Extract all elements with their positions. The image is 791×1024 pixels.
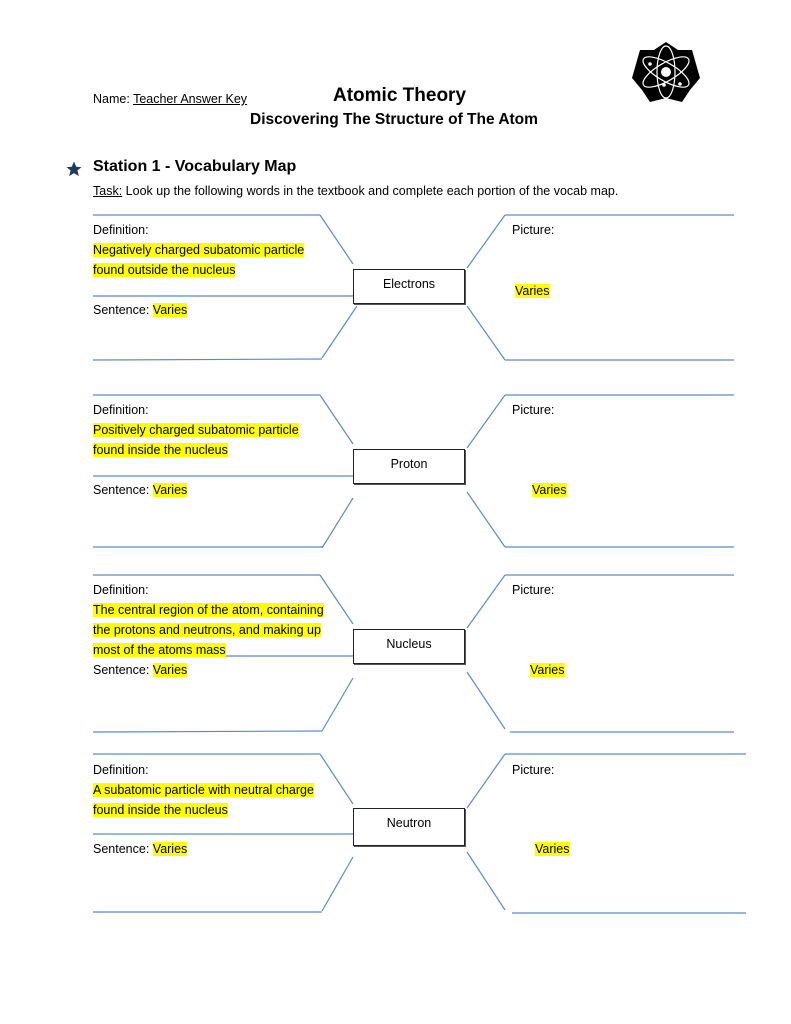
vocab-map-lines: [92, 214, 746, 914]
term-box: Nucleus: [353, 629, 465, 664]
term-box: Proton: [353, 449, 465, 484]
definition-line: found outside the nucleus: [93, 263, 236, 277]
picture-value: Varies: [530, 663, 565, 677]
definition-line: found inside the nucleus: [93, 803, 228, 817]
sentence-field: Sentence: Varies: [93, 839, 188, 859]
sentence-field: Sentence: Varies: [93, 300, 188, 320]
term-box: Neutron: [353, 808, 465, 846]
picture-label: Picture:: [512, 763, 555, 777]
definition-line: Negatively charged subatomic particle: [93, 243, 305, 257]
definition-label: Definition:: [93, 223, 149, 237]
definition-line: most of the atoms mass: [93, 643, 226, 657]
sentence-label: Sentence:: [93, 842, 150, 856]
sentence-label: Sentence:: [93, 663, 150, 677]
picture-value: Varies: [535, 842, 570, 856]
sentence-label: Sentence:: [93, 303, 150, 317]
sentence-field: Sentence: Varies: [93, 480, 188, 500]
picture-label: Picture:: [512, 403, 555, 417]
sentence-field: Sentence: Varies: [93, 660, 188, 680]
term-box: Electrons: [353, 269, 465, 304]
sentence-value: Varies: [152, 483, 188, 497]
sentence-value: Varies: [152, 303, 188, 317]
sentence-value: Varies: [152, 663, 188, 677]
picture-value: Varies: [532, 483, 567, 497]
picture-label: Picture:: [512, 583, 555, 597]
definition-line: Positively charged subatomic particle: [93, 423, 299, 437]
definition-line: the protons and neutrons, and making up: [93, 623, 321, 637]
picture-label: Picture:: [512, 223, 555, 237]
definition-label: Definition:: [93, 583, 149, 597]
definition-line: A subatomic particle with neutral charge: [93, 783, 314, 797]
definition-line: The central region of the atom, containi…: [93, 603, 324, 617]
sentence-label: Sentence:: [93, 483, 150, 497]
definition-label: Definition:: [93, 403, 149, 417]
definition-line: found inside the nucleus: [93, 443, 228, 457]
sentence-value: Varies: [152, 842, 188, 856]
picture-value: Varies: [515, 284, 550, 298]
definition-label: Definition:: [93, 763, 149, 777]
